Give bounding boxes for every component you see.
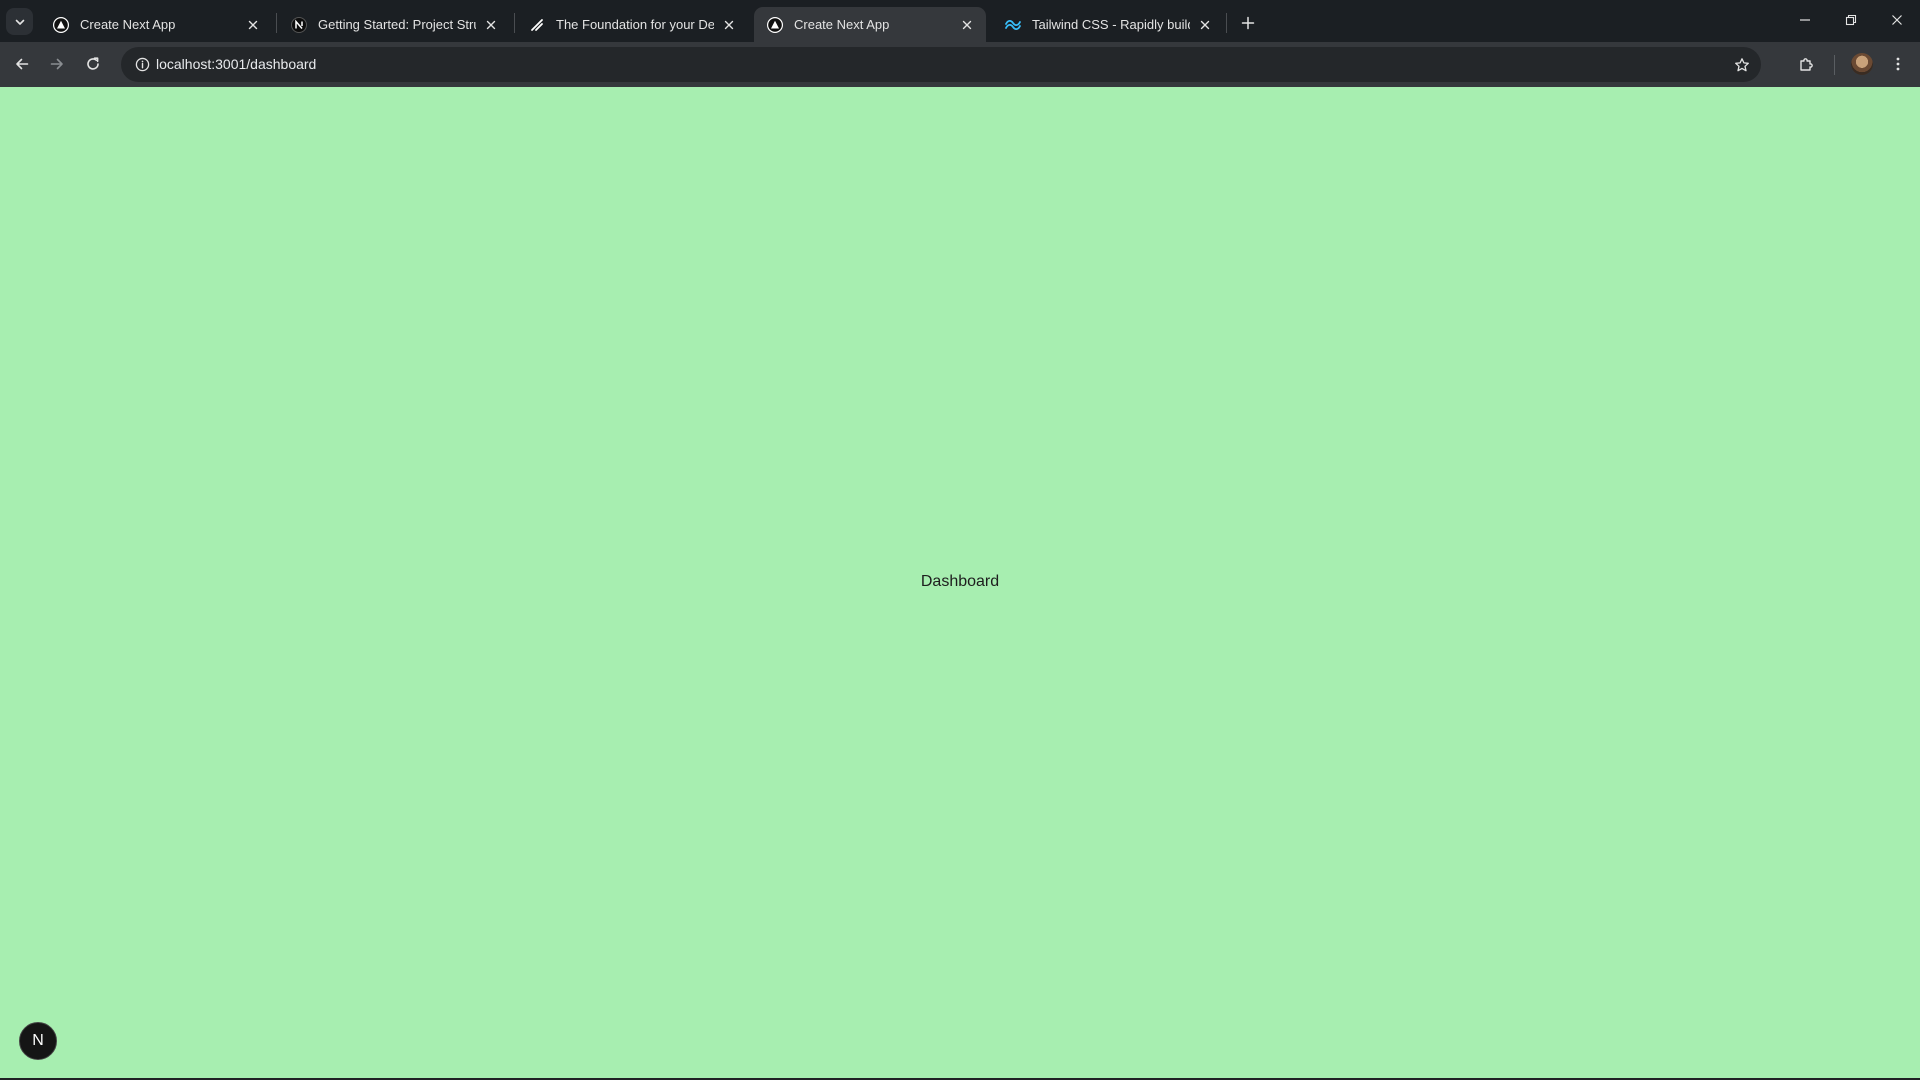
toolbar-divider [1834,55,1835,75]
nextjs-dev-tools-button[interactable]: N [19,1022,57,1060]
restore-icon [1845,14,1857,26]
info-icon [135,57,150,72]
shadcn-slash-icon [528,16,546,34]
minimize-button[interactable] [1782,0,1828,40]
close-tab-icon[interactable] [1196,16,1214,34]
tab-search-button[interactable] [6,8,33,35]
page-viewport: Dashboard N [0,87,1920,1078]
tab-strip: Create Next App Getting Started: Project… [0,0,1920,42]
tab-tailwind-css[interactable]: Tailwind CSS - Rapidly build mo [992,7,1224,42]
nextjs-triangle-icon [766,16,784,34]
tab-separator [514,13,515,33]
nextjs-n-icon [290,16,308,34]
close-tab-icon[interactable] [244,16,262,34]
site-info-button[interactable] [129,51,156,78]
reload-icon [85,56,101,72]
puzzle-icon [1798,55,1816,73]
chevron-down-icon [14,16,26,28]
tab-create-next-app-active[interactable]: Create Next App [754,7,986,42]
new-tab-button[interactable] [1234,9,1262,37]
forward-button[interactable] [41,48,73,80]
tab-title: Create Next App [794,17,890,32]
tailwind-wave-icon [1004,16,1022,34]
tab-foundation-design[interactable]: The Foundation for your Desigr [516,7,748,42]
close-tab-icon[interactable] [482,16,500,34]
nextjs-logo-icon: N [32,1032,44,1049]
tab-separator [276,13,277,33]
tab-title: Getting Started: Project Structu [318,17,476,32]
restore-button[interactable] [1828,0,1874,40]
bookmark-button[interactable] [1728,51,1755,78]
minimize-icon [1799,14,1811,26]
more-vertical-icon [1890,56,1906,72]
tab-title: Create Next App [80,17,176,32]
nextjs-triangle-icon [52,16,70,34]
dashboard-text: Dashboard [920,573,1000,590]
avatar [1851,53,1873,75]
arrow-right-icon [49,56,65,72]
address-bar[interactable]: localhost:3001/dashboard [121,47,1761,82]
plus-icon [1241,16,1255,30]
tab-getting-started[interactable]: Getting Started: Project Structu [278,7,510,42]
close-window-button[interactable] [1874,0,1920,40]
arrow-left-icon [14,56,30,72]
tab-separator [1226,13,1227,33]
tab-create-next-app-1[interactable]: Create Next App [40,7,272,42]
star-icon [1734,57,1750,73]
extensions-button[interactable] [1791,48,1823,80]
close-icon [1891,14,1903,26]
close-tab-icon[interactable] [720,16,738,34]
browser-toolbar: localhost:3001/dashboard [0,42,1920,87]
close-tab-icon[interactable] [958,16,976,34]
reload-button[interactable] [77,48,109,80]
tab-title: Tailwind CSS - Rapidly build mo [1032,17,1190,32]
menu-button[interactable] [1882,48,1914,80]
back-button[interactable] [6,48,38,80]
url-text: localhost:3001/dashboard [156,56,317,72]
tab-title: The Foundation for your Desigr [556,17,714,32]
profile-button[interactable] [1848,50,1876,78]
